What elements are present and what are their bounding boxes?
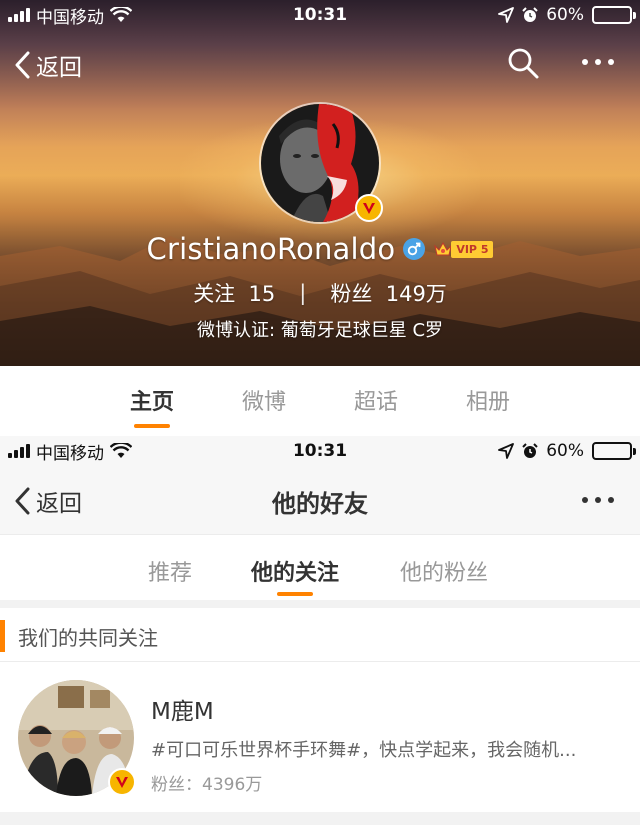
profile-header: 中国移动 10:31 60% 返回 CristianoRonaldo VIP 5… (0, 0, 640, 366)
tab-label: 微博 (241, 390, 286, 415)
following-count: 15 (248, 282, 276, 306)
tab-label: 他的关注 (251, 561, 340, 586)
signal-icon (8, 8, 30, 22)
stats-separator: | (299, 281, 307, 305)
male-gender-icon (403, 238, 426, 260)
profile-nav: 返回 (0, 44, 640, 84)
following-label: 关注 (193, 282, 236, 306)
verification-info: 微博认证: 葡萄牙足球巨星 C罗 (196, 320, 444, 341)
alarm-icon (522, 7, 538, 22)
battery-icon (592, 442, 636, 460)
more-dots-icon[interactable] (578, 50, 618, 74)
tab-home[interactable]: 主页 (107, 384, 197, 428)
friends-nav: 返回 他的好友 (0, 466, 640, 534)
wifi-icon (110, 443, 132, 458)
profile-tabs: 主页 微博 超话 相册 (0, 366, 640, 436)
section-accent-bar (0, 620, 5, 652)
friend-description: #可口可乐世界杯手环舞#，快点学起来，我会随机... (151, 740, 577, 761)
section-header: 我们的共同关注 (0, 608, 640, 662)
battery-percent: 60% (546, 5, 584, 25)
tab-label: 推荐 (148, 561, 193, 586)
tab-following[interactable]: 他的关注 (251, 555, 340, 596)
active-tab-indicator (277, 592, 313, 596)
carrier-label: 中国移动 (36, 7, 104, 28)
search-icon[interactable] (506, 46, 540, 80)
carrier-label: 中国移动 (36, 443, 104, 464)
tab-recommended[interactable]: 推荐 (148, 555, 192, 587)
tab-super-topic[interactable]: 超话 (331, 384, 421, 416)
section-title: 我们的共同关注 (18, 626, 158, 650)
fans-stat[interactable]: 粉丝 149万 (330, 278, 446, 308)
status-bar-secondary: 中国移动 10:31 60% (0, 436, 640, 466)
profile-avatar[interactable] (259, 102, 383, 224)
tab-label: 主页 (129, 390, 174, 415)
more-dots-icon[interactable] (578, 488, 618, 512)
tab-album[interactable]: 相册 (443, 384, 533, 416)
avatar[interactable] (18, 680, 136, 796)
profile-name-row: CristianoRonaldo VIP 5 (0, 232, 640, 266)
following-stat[interactable]: 关注 15 (193, 278, 275, 308)
status-bar: 中国移动 10:31 60% (0, 0, 640, 30)
location-arrow-icon (498, 7, 515, 23)
verified-v-icon (108, 768, 136, 796)
vip-badge[interactable]: VIP 5 (433, 240, 494, 258)
signal-icon (8, 444, 30, 458)
battery-percent: 60% (546, 441, 584, 461)
battery-icon (592, 6, 636, 24)
fans-count: 149万 (385, 282, 447, 306)
verified-v-icon (355, 194, 383, 222)
alarm-icon (522, 443, 538, 458)
tab-fans[interactable]: 他的粉丝 (400, 555, 488, 587)
username: CristianoRonaldo (146, 232, 396, 266)
tab-label: 相册 (465, 390, 510, 415)
tab-label: 超话 (353, 390, 398, 415)
page-title: 他的好友 (272, 490, 368, 518)
back-label: 返回 (36, 55, 82, 81)
vip-crown-icon (434, 241, 453, 256)
vip-level: VIP 5 (451, 240, 494, 258)
tab-label: 他的粉丝 (400, 561, 489, 586)
friend-fans-count: 粉丝：4396万 (151, 775, 263, 795)
wifi-icon (110, 7, 132, 22)
friends-tabs: 推荐 他的关注 他的粉丝 (0, 534, 640, 600)
profile-stats: 关注 15 | 粉丝 149万 (0, 278, 640, 308)
fans-label: 粉丝 (330, 282, 373, 306)
tab-weibo[interactable]: 微博 (219, 384, 309, 416)
friend-name[interactable]: M鹿M (151, 692, 214, 726)
back-button[interactable]: 返回 (14, 48, 82, 82)
active-tab-indicator (134, 424, 170, 428)
location-arrow-icon (498, 443, 515, 459)
list-item[interactable]: M鹿M #可口可乐世界杯手环舞#，快点学起来，我会随机... 粉丝：4396万 (0, 662, 640, 812)
back-chevron-icon (15, 51, 30, 79)
